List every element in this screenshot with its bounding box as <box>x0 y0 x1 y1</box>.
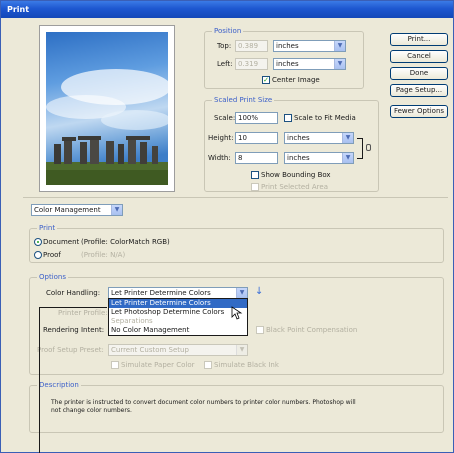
chevron-down-icon: ▼ <box>236 345 247 355</box>
printer-profile-label: Printer Profile: <box>58 309 108 317</box>
black-point-checkbox[interactable] <box>256 326 264 334</box>
image-preview <box>39 25 175 192</box>
chevron-down-icon: ▼ <box>342 133 353 143</box>
fewer-options-button[interactable]: Fewer Options <box>390 105 448 118</box>
center-image-label: Center Image <box>272 76 320 84</box>
link-bracket-bottom <box>357 158 363 159</box>
page-setup-button[interactable]: Page Setup... <box>390 84 448 97</box>
description-text: The printer is instructed to convert doc… <box>51 399 356 414</box>
chevron-down-icon: ▼ <box>342 153 353 163</box>
chevron-down-icon: ▼ <box>236 288 247 298</box>
show-bounding-box-checkbox[interactable] <box>251 171 259 179</box>
scale-label: Scale: <box>214 114 236 122</box>
simulate-black-checkbox[interactable] <box>204 361 212 369</box>
document-label: Document <box>43 238 80 246</box>
left-unit-select[interactable]: inches ▼ <box>273 58 346 70</box>
preview-photo <box>46 32 168 185</box>
proof-setup-label: Proof Setup Preset: <box>37 346 104 354</box>
dropdown-item-separations[interactable]: Separations <box>109 317 247 326</box>
height-unit-value: inches <box>287 134 310 142</box>
callout-line-vertical <box>39 307 40 453</box>
show-bounding-box-label: Show Bounding Box <box>261 171 331 179</box>
left-input[interactable]: 0.319 <box>235 58 268 70</box>
height-label: Height: <box>208 134 234 142</box>
link-bracket-vertical <box>362 138 363 158</box>
dropdown-item-no-management[interactable]: No Color Management <box>109 326 247 335</box>
top-unit-select[interactable]: inches ▼ <box>273 40 346 52</box>
chevron-down-icon: ▼ <box>334 59 345 69</box>
window-title: Print <box>1 1 453 18</box>
print-legend: Print <box>37 224 58 232</box>
simulate-paper-label: Simulate Paper Color <box>121 361 195 369</box>
height-unit-select[interactable]: inches ▼ <box>284 132 354 144</box>
color-handling-dropdown: Let Printer Determine Colors Let Photosh… <box>108 298 248 336</box>
callout-line-horizontal <box>39 307 107 308</box>
dropdown-item-printer[interactable]: Let Printer Determine Colors <box>109 299 247 308</box>
mouse-cursor-icon <box>231 306 243 320</box>
management-select[interactable]: Color Management ▼ <box>31 204 123 216</box>
cancel-button[interactable]: Cancel <box>390 50 448 63</box>
width-unit-select[interactable]: inches ▼ <box>284 152 354 164</box>
proof-radio[interactable] <box>34 251 42 259</box>
simulate-black-label: Simulate Black Ink <box>214 361 279 369</box>
print-dialog: Print Position Top: 0.389 inches ▼ Left:… <box>0 0 454 453</box>
height-input[interactable]: 10 <box>235 132 278 144</box>
description-legend: Description <box>37 381 81 389</box>
management-select-value: Color Management <box>34 206 101 214</box>
simulate-paper-checkbox[interactable] <box>111 361 119 369</box>
dropdown-item-photoshop[interactable]: Let Photoshop Determine Colors <box>109 308 247 317</box>
proof-label: Proof <box>43 251 61 259</box>
scale-to-fit-label: Scale to Fit Media <box>294 114 356 122</box>
black-point-label: Black Point Compensation <box>266 326 358 334</box>
separator <box>23 197 448 198</box>
width-input[interactable]: 8 <box>235 152 278 164</box>
position-legend: Position <box>212 27 244 35</box>
chevron-down-icon: ▼ <box>334 41 345 51</box>
color-handling-label: Color Handling: <box>46 289 101 297</box>
info-arrow-icon[interactable]: ↓ <box>255 286 263 297</box>
top-input[interactable]: 0.389 <box>235 40 268 52</box>
color-handling-value: Let Printer Determine Colors <box>111 289 211 297</box>
width-unit-value: inches <box>287 154 310 162</box>
rendering-intent-label: Rendering Intent: <box>43 326 105 334</box>
scale-to-fit-checkbox[interactable] <box>284 114 292 122</box>
print-selected-area-label: Print Selected Area <box>261 183 329 191</box>
left-unit-value: inches <box>276 60 299 68</box>
scaled-print-size-legend: Scaled Print Size <box>212 96 275 104</box>
top-unit-value: inches <box>276 42 299 50</box>
width-label: Width: <box>208 154 231 162</box>
print-button[interactable]: Print... <box>390 33 448 46</box>
document-radio[interactable] <box>34 238 42 246</box>
stonehenge-picture <box>46 69 168 185</box>
top-label: Top: <box>217 42 232 50</box>
document-profile: (Profile: ColorMatch RGB) <box>81 238 170 246</box>
scale-input[interactable]: 100% <box>235 112 278 124</box>
center-image-checkbox[interactable]: ✓ <box>262 76 270 84</box>
print-selected-area-checkbox[interactable] <box>251 183 259 191</box>
options-legend: Options <box>37 273 69 281</box>
left-label: Left: <box>217 60 233 68</box>
done-button[interactable]: Done <box>390 67 448 80</box>
chevron-down-icon: ▼ <box>111 205 122 215</box>
proof-setup-select[interactable]: Current Custom Setup ▼ <box>108 344 248 356</box>
proof-profile: (Profile: N/A) <box>81 251 126 259</box>
chain-link-icon[interactable] <box>366 144 371 151</box>
proof-setup-value: Current Custom Setup <box>111 346 189 354</box>
